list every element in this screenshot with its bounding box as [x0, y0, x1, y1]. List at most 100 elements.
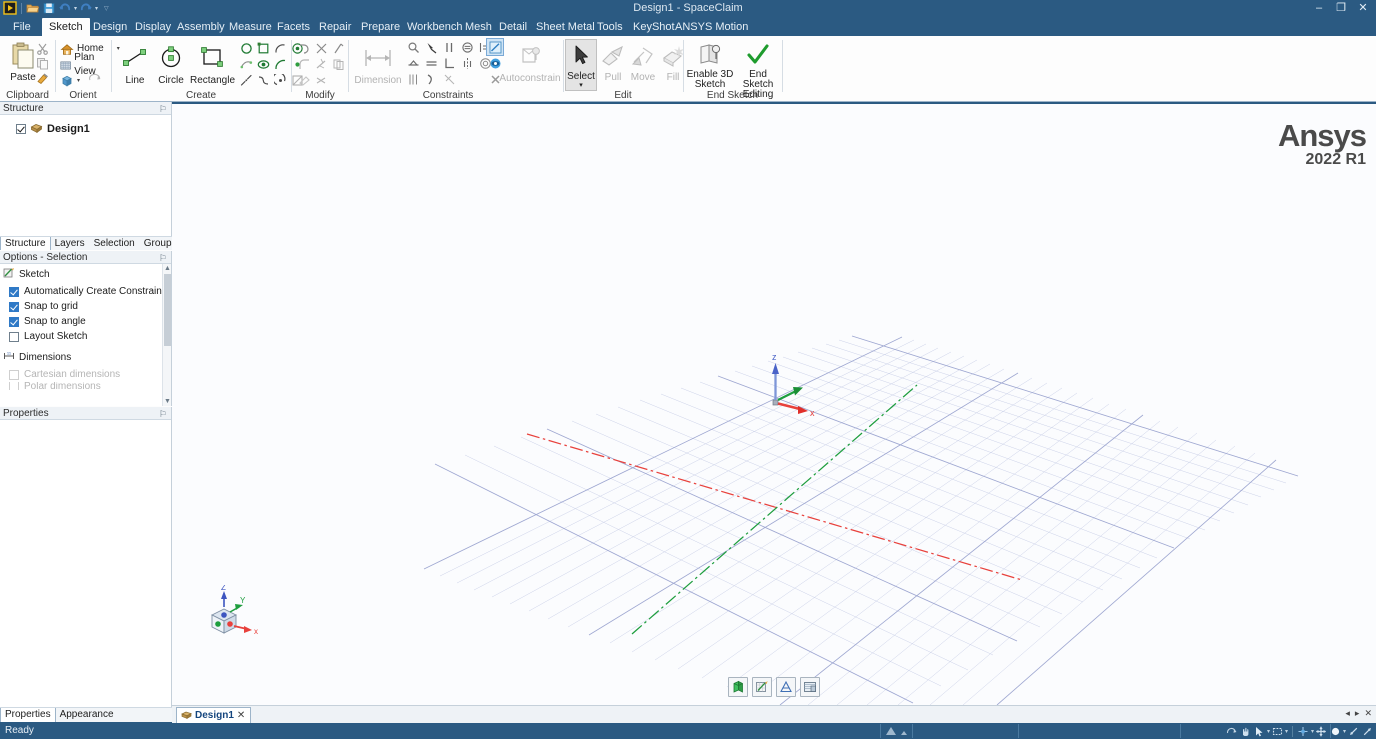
- sketch-mode-button[interactable]: [752, 677, 772, 697]
- tab-tools[interactable]: Tools: [590, 18, 630, 36]
- layout-sketch-checkbox[interactable]: [9, 332, 19, 342]
- options-scroll-up-icon[interactable]: ▲: [163, 264, 172, 273]
- option-auto-create-constraints[interactable]: Automatically Create Constraints: [0, 284, 171, 299]
- design1-visibility-checkbox[interactable]: [16, 124, 26, 134]
- document-tab-close-icon[interactable]: ✕: [237, 710, 245, 721]
- ellipse-icon[interactable]: [255, 56, 271, 72]
- symmetric-icon[interactable]: [459, 55, 475, 71]
- tree-item-design1[interactable]: Design1: [0, 119, 171, 137]
- fix-icon[interactable]: [423, 39, 439, 55]
- enable-3d-sketch-button[interactable]: Enable 3D Sketch: [686, 40, 734, 90]
- tab-facets[interactable]: Facets: [270, 18, 317, 36]
- line-button[interactable]: Line: [118, 42, 152, 88]
- select-dropdown-icon[interactable]: ▾: [566, 82, 596, 89]
- end-sketch-editing-button[interactable]: End Sketch Editing: [736, 40, 780, 90]
- perpendicular-icon[interactable]: [441, 55, 457, 71]
- view-mode-dropdown-icon[interactable]: ▾: [77, 74, 80, 88]
- structure-pin-icon[interactable]: ⚐: [159, 103, 167, 116]
- tab-design[interactable]: Design: [86, 18, 134, 36]
- sweep-arc-icon[interactable]: [255, 72, 271, 88]
- box-select-dropdown-icon[interactable]: ▾: [1285, 728, 1288, 735]
- select-button[interactable]: Select ▾: [566, 40, 596, 90]
- snap-to-angle-checkbox[interactable]: [9, 317, 19, 327]
- view-cube[interactable]: Z Y x: [202, 585, 272, 645]
- bottom-tab-properties[interactable]: Properties: [0, 708, 56, 722]
- 3d-viewport[interactable]: z x Ansys 2022 R1 Z: [172, 104, 1376, 705]
- rectangle-3pt-icon[interactable]: [255, 40, 271, 56]
- panel-tab-structure[interactable]: Structure: [0, 237, 51, 250]
- tab-file[interactable]: File: [6, 18, 38, 36]
- zoom-in-icon[interactable]: [1361, 725, 1374, 738]
- tab-detail[interactable]: Detail: [492, 18, 534, 36]
- spin-icon[interactable]: [88, 72, 102, 90]
- equal-radius-icon[interactable]: [459, 39, 475, 55]
- status-snap-small-icon[interactable]: [900, 728, 908, 739]
- fillet-icon[interactable]: [296, 56, 312, 72]
- inspect-icon[interactable]: [405, 39, 421, 55]
- panel-tab-selection[interactable]: Selection: [90, 237, 140, 250]
- close-button[interactable]: ✕: [1352, 0, 1374, 16]
- option-snap-to-grid[interactable]: Snap to grid: [0, 299, 171, 314]
- cut-icon[interactable]: [34, 40, 50, 56]
- status-snap-icon[interactable]: [884, 726, 898, 739]
- circle-3pt-icon[interactable]: [238, 40, 254, 56]
- move-grid-icon[interactable]: [1315, 725, 1328, 738]
- bottom-tab-appearance[interactable]: Appearance: [56, 708, 119, 722]
- view-mode-button[interactable]: ▾: [60, 74, 102, 88]
- pan-icon[interactable]: [1239, 725, 1252, 738]
- midpoint-icon[interactable]: [405, 71, 421, 87]
- parallel-icon[interactable]: [441, 39, 457, 55]
- auto-create-constraints-checkbox[interactable]: [9, 287, 19, 297]
- tangent-arc-icon[interactable]: [272, 56, 288, 72]
- options-section-sketch[interactable]: Sketch: [0, 264, 171, 284]
- document-tab-design1[interactable]: Design1 ✕: [176, 707, 251, 723]
- tab-sketch[interactable]: Sketch: [42, 18, 90, 36]
- offset-icon[interactable]: [330, 56, 346, 72]
- options-scrollbar-thumb[interactable]: [164, 274, 171, 346]
- doc-nav-next-icon[interactable]: ▸: [1355, 708, 1360, 719]
- option-snap-to-angle[interactable]: Snap to angle: [0, 314, 171, 329]
- arc-3pt-icon[interactable]: [272, 72, 288, 88]
- solid-mode-button[interactable]: [728, 677, 748, 697]
- sketch-plane-dropdown-icon[interactable]: ▾: [1311, 728, 1314, 735]
- plan-view-button[interactable]: Plan View: [60, 58, 110, 72]
- chamfer-icon[interactable]: [313, 56, 329, 72]
- copy-icon[interactable]: [34, 55, 50, 71]
- doc-nav-prev-icon[interactable]: ◂: [1345, 708, 1350, 719]
- select-cursor-dropdown-icon[interactable]: ▾: [1267, 728, 1270, 735]
- circle-button[interactable]: Circle: [154, 42, 188, 88]
- display-mode-button[interactable]: [800, 677, 820, 697]
- spin-icon[interactable]: [1225, 725, 1238, 738]
- tab-repair[interactable]: Repair: [312, 18, 358, 36]
- polyline-icon[interactable]: [238, 72, 254, 88]
- corner-icon[interactable]: [330, 40, 346, 56]
- zoom-extents-dropdown-icon[interactable]: ▾: [1343, 728, 1346, 735]
- create-corner-icon[interactable]: [313, 72, 329, 88]
- options-scrollbar[interactable]: ▲ ▼: [162, 264, 171, 406]
- select-cursor-icon[interactable]: [1253, 725, 1266, 738]
- zoom-extents-icon[interactable]: [1329, 725, 1342, 738]
- doc-nav-close-icon[interactable]: ✕: [1364, 708, 1372, 719]
- option-layout-sketch[interactable]: Layout Sketch: [0, 329, 171, 344]
- options-scroll-down-icon[interactable]: ▼: [163, 397, 172, 406]
- tab-ansys-motion[interactable]: ANSYS Motion: [668, 18, 755, 36]
- format-painter-icon[interactable]: [34, 70, 50, 86]
- rectangle-button[interactable]: Rectangle: [190, 42, 234, 88]
- minimize-button[interactable]: –: [1308, 0, 1330, 16]
- tangent-icon[interactable]: [405, 55, 421, 71]
- options-section-dimensions[interactable]: 11 Dimensions: [0, 347, 171, 367]
- arc-icon[interactable]: [272, 40, 288, 56]
- split-icon[interactable]: [313, 40, 329, 56]
- trim-away-icon[interactable]: [296, 40, 312, 56]
- section-mode-button[interactable]: [776, 677, 796, 697]
- project-icon[interactable]: [296, 72, 312, 88]
- spline-icon[interactable]: [238, 56, 254, 72]
- box-select-icon[interactable]: [1271, 725, 1284, 738]
- zoom-out-icon[interactable]: [1347, 725, 1360, 738]
- constraint-offset-icon[interactable]: [441, 71, 457, 87]
- properties-pin-icon[interactable]: ⚐: [159, 408, 167, 421]
- snap-to-grid-checkbox[interactable]: [9, 302, 19, 312]
- maximize-button[interactable]: ❐: [1330, 0, 1352, 16]
- angle-icon[interactable]: [423, 71, 439, 87]
- horizontal-icon[interactable]: [423, 55, 439, 71]
